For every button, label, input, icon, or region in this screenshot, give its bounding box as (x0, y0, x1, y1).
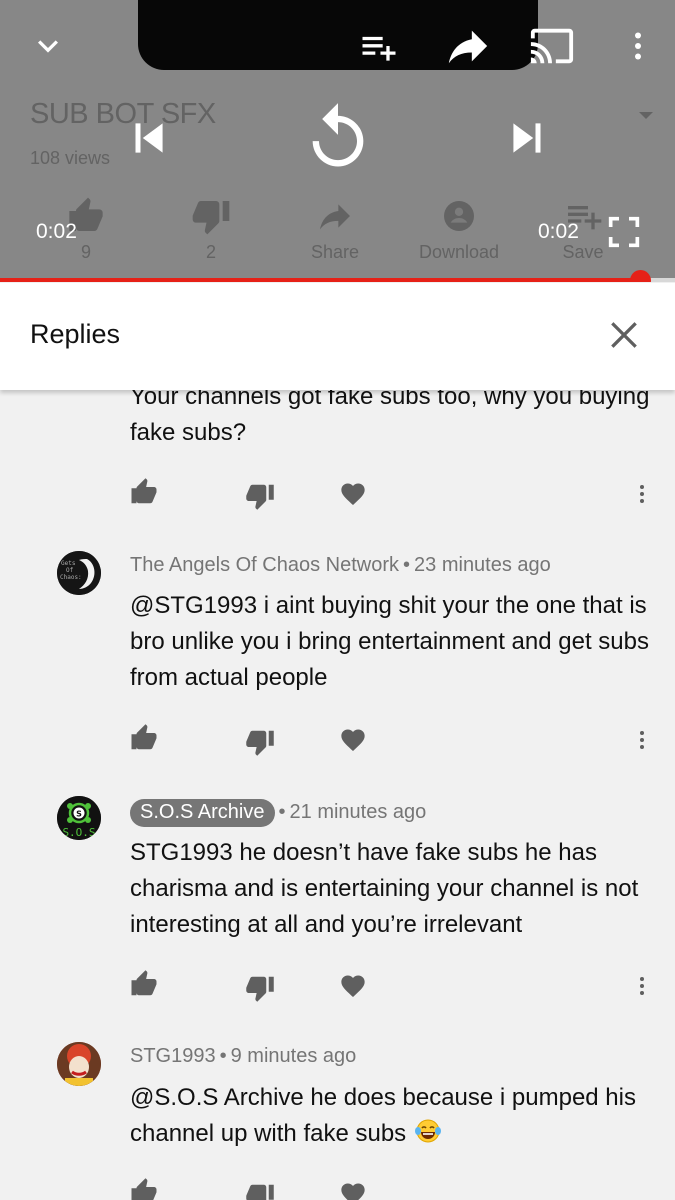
comment-text-content: @S.O.S Archive he does because i pumped … (130, 1084, 636, 1147)
comment-time: 21 minutes ago (289, 801, 427, 823)
thumbs-down-icon (246, 730, 274, 756)
heart-button[interactable] (336, 724, 370, 756)
svg-text:S.O.S: S.O.S (62, 826, 95, 839)
angels-of-chaos-avatar-icon: Gets Of Chaos: (57, 551, 101, 595)
comment-more-button[interactable] (630, 970, 654, 1002)
fullscreen-button[interactable] (604, 210, 644, 254)
current-time: 0:02 (36, 220, 77, 243)
thumbs-up-icon (131, 724, 157, 750)
close-replies-button[interactable] (602, 313, 646, 357)
dislike-button[interactable] (242, 480, 278, 512)
add-to-queue-button[interactable] (356, 24, 402, 68)
previous-button[interactable] (120, 110, 176, 166)
replay-button[interactable] (300, 98, 376, 178)
more-vert-icon (640, 485, 644, 503)
cast-icon (530, 28, 574, 64)
thumbs-up-icon (131, 970, 157, 996)
avatar: S S.O.S (57, 796, 101, 840)
separator: • (403, 554, 411, 576)
heart-button[interactable] (336, 478, 370, 510)
next-icon (513, 123, 541, 153)
comment-text: STG1993 he doesn’t have fake subs he has… (130, 839, 639, 938)
dislike-button[interactable] (242, 972, 278, 1004)
progress-bar[interactable] (0, 270, 675, 282)
separator: • (219, 1045, 227, 1067)
heart-icon (341, 729, 365, 751)
comment-author[interactable]: STG1993 (130, 1045, 216, 1067)
minimize-button[interactable] (25, 24, 71, 68)
svg-text:Chaos:: Chaos: (60, 574, 82, 581)
dislike-button[interactable] (242, 726, 278, 758)
replies-title: Replies (30, 319, 121, 349)
heart-button[interactable] (336, 970, 370, 1002)
thumbs-up-icon (131, 478, 157, 504)
thumbs-down-icon (246, 976, 274, 1002)
comment-meta: STG1993 • 9 minutes ago (130, 1045, 356, 1068)
heart-icon (341, 1183, 365, 1200)
comment-author-owner-badge[interactable]: S.O.S Archive (130, 799, 275, 827)
close-icon (611, 322, 637, 348)
thumbs-up-icon (131, 1178, 157, 1200)
replay-icon (312, 103, 364, 167)
more-options-button[interactable] (620, 24, 656, 68)
add-to-queue-icon (362, 36, 396, 61)
like-button[interactable] (126, 1176, 162, 1200)
svg-text:Gets: Gets (61, 560, 76, 567)
thumbs-down-icon (246, 1184, 274, 1200)
comment-more-button[interactable] (630, 478, 654, 510)
comment-meta: The Angels Of Chaos Network • 23 minutes a… (130, 554, 551, 577)
more-vert-icon (640, 731, 644, 749)
dislike-button[interactable] (242, 1180, 278, 1200)
thumbs-down-icon (246, 484, 274, 510)
heart-icon (341, 975, 365, 997)
share-icon (448, 30, 488, 64)
heart-icon (341, 483, 365, 505)
svg-text:Of: Of (66, 567, 74, 574)
video-player[interactable]: SUB BOT SFX 108 views 9 2 Share Download… (0, 0, 675, 282)
duration: 0:02 (538, 220, 579, 243)
sos-archive-avatar-icon: S S.O.S (57, 796, 101, 840)
svg-text:S: S (76, 810, 82, 819)
avatar (57, 1042, 101, 1086)
replies-header: Replies (0, 283, 675, 390)
cast-button[interactable] (527, 24, 577, 68)
separator: • (278, 801, 286, 823)
heart-button[interactable] (336, 1178, 370, 1200)
comment-time: 9 minutes ago (230, 1045, 357, 1067)
like-button[interactable] (126, 722, 162, 754)
comment-time: 23 minutes ago (414, 554, 551, 576)
more-vert-icon (635, 32, 641, 60)
avatar: Gets Of Chaos: (57, 551, 101, 595)
like-button[interactable] (126, 968, 162, 1000)
comment-author[interactable]: The Angels Of Chaos Network (130, 554, 399, 576)
face-with-tears-of-joy-icon (414, 1119, 441, 1143)
progress-fill (0, 278, 640, 282)
more-vert-icon (640, 977, 644, 995)
chevron-down-icon (38, 40, 58, 53)
stg1993-avatar-icon (57, 1042, 101, 1086)
comment-more-button[interactable] (630, 724, 654, 756)
next-button[interactable] (500, 110, 556, 166)
fullscreen-icon (608, 216, 640, 248)
previous-icon (135, 123, 163, 153)
comment-meta: S.O.S Archive • 21 minutes ago (130, 799, 426, 827)
like-button[interactable] (126, 476, 162, 508)
share-button[interactable] (443, 22, 493, 70)
comment-text: @S.O.S Archive he does because i pumped … (130, 1080, 650, 1152)
comment-text: @STG1993 i aint buying shit your the one… (130, 592, 649, 691)
